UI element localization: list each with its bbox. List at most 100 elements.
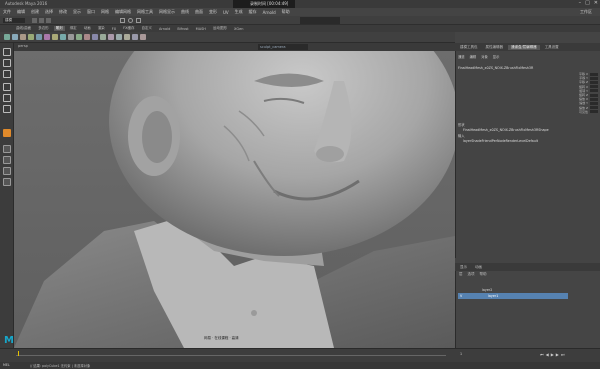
workspace-label[interactable]: 工作区 [580, 9, 592, 15]
new-scene-icon[interactable] [32, 18, 37, 23]
select-tool-icon[interactable] [3, 48, 11, 56]
menu-item[interactable]: 网格 [101, 9, 109, 15]
menu-item[interactable]: 生成 [235, 9, 243, 15]
current-frame-marker[interactable] [18, 351, 19, 356]
menu-item[interactable]: 修改 [59, 9, 67, 15]
mode-selector[interactable]: 建模 [3, 18, 25, 23]
amplify-tool-icon[interactable] [132, 34, 138, 40]
camera-menu[interactable] [300, 17, 340, 24]
fill-tool-icon[interactable] [100, 34, 106, 40]
menu-item[interactable]: Arnold [263, 10, 276, 15]
shelf-tab[interactable]: 曲线/曲面 [14, 26, 33, 31]
timeline-ruler[interactable] [16, 351, 446, 356]
layer-item-selected[interactable] [458, 293, 568, 299]
lasso-tool-icon[interactable] [3, 59, 11, 67]
layer-visibility[interactable]: V [460, 293, 462, 299]
pinch-tool-icon[interactable] [36, 34, 42, 40]
smooth-tool-icon[interactable] [12, 34, 18, 40]
tab-anim[interactable]: 动画 [472, 265, 485, 270]
close-icon[interactable]: ✕ [594, 0, 598, 6]
menu-item[interactable]: 窗口 [87, 9, 95, 15]
flatten-tool-icon[interactable] [44, 34, 50, 40]
menu-item[interactable]: 编辑 [17, 9, 25, 15]
layer-menu-item[interactable]: 帮助 [480, 272, 487, 277]
shelf-tab[interactable]: FX缓存 [121, 26, 136, 31]
step-forward-icon[interactable]: ▶ [556, 352, 559, 357]
object-name[interactable]: FinalHeadMesh_x0ZS_NOIX-ZBrushFixMesh3R [458, 66, 533, 70]
menu-item[interactable]: 曲线 [181, 9, 189, 15]
layer-menu-item[interactable]: 选项 [468, 272, 475, 277]
point-snap-icon[interactable] [136, 18, 141, 23]
shelf-tab[interactable]: 渲染 [96, 26, 107, 31]
shape-name[interactable]: FinalHeadMesh_x0ZS_NOIX-ZBrushFixMesh3RS… [463, 128, 549, 132]
smear-tool-icon[interactable] [116, 34, 122, 40]
shelf-tab[interactable]: Bifrost [175, 27, 190, 31]
spray-tool-icon[interactable] [60, 34, 66, 40]
relax-tool-icon[interactable] [20, 34, 26, 40]
channel-menu-item[interactable]: 对象 [481, 54, 488, 59]
go-start-icon[interactable]: ⏮ [540, 352, 544, 357]
menu-item[interactable]: UV [223, 10, 229, 15]
curve-snap-icon[interactable] [128, 18, 133, 23]
wax-tool-icon[interactable] [84, 34, 90, 40]
layer-item[interactable]: layer2 [482, 288, 492, 292]
scale-tool-icon[interactable] [3, 105, 11, 113]
channel-menu-item[interactable]: 通道 [458, 54, 465, 59]
menu-item[interactable]: 编辑网格 [115, 9, 131, 15]
shelf-tab[interactable]: MASH [194, 27, 208, 31]
grid-snap-icon[interactable] [120, 18, 125, 23]
freeze-tool-icon[interactable] [140, 34, 146, 40]
persp-graph-icon[interactable] [3, 178, 11, 186]
shelf-tab[interactable]: XGen [232, 27, 245, 31]
imprint-tool-icon[interactable] [76, 34, 82, 40]
tab-attribute-editor[interactable]: 属性编辑器 [483, 45, 507, 50]
menu-item[interactable]: 曲面 [195, 9, 203, 15]
tab-channel-layer[interactable]: 通道盒/层编辑器 [508, 44, 540, 50]
menu-item[interactable]: 选择 [45, 9, 53, 15]
time-slider[interactable]: 1 ⏮ ◀ ▶ ▶ ⏭ [0, 348, 600, 362]
camera-field[interactable]: sculpt_camera [258, 44, 308, 50]
shelf-tab[interactable]: 雕刻 [53, 26, 65, 31]
tab-channel-box[interactable]: 建模工具包 [457, 45, 481, 50]
knife-tool-icon[interactable] [108, 34, 114, 40]
mel-label[interactable]: MEL [3, 363, 10, 367]
grab-tool-icon[interactable] [28, 34, 34, 40]
viewport-panel-label[interactable]: persp [18, 44, 28, 48]
menu-item[interactable]: 变形 [209, 9, 217, 15]
sculpt-tool-icon[interactable] [4, 34, 10, 40]
shelf-tab[interactable]: FX [110, 27, 118, 31]
paint-select-icon[interactable] [3, 70, 11, 78]
menu-item[interactable]: 网格显示 [159, 9, 175, 15]
layer-name[interactable]: layer1 [488, 293, 498, 299]
menu-item[interactable]: 显示 [73, 9, 81, 15]
current-frame[interactable]: 1 [460, 352, 462, 356]
shelf-tab[interactable]: 动画 [82, 26, 93, 31]
layer-menu-item[interactable]: 层 [459, 272, 463, 277]
maximize-icon[interactable]: □ [585, 0, 590, 6]
tab-display[interactable]: 显示 [457, 265, 470, 270]
channel-menu-item[interactable]: 显示 [493, 54, 500, 59]
shelf-tab[interactable]: 绑定 [68, 26, 79, 31]
play-icon[interactable]: ▶ [551, 352, 554, 357]
bulge-tool-icon[interactable] [124, 34, 130, 40]
foamy-tool-icon[interactable] [52, 34, 58, 40]
single-view-icon[interactable] [3, 145, 11, 153]
step-back-icon[interactable]: ◀ [546, 352, 549, 357]
repeat-tool-icon[interactable] [68, 34, 74, 40]
attribute-row[interactable]: 可见性 [540, 110, 598, 114]
menu-item[interactable]: 帮助 [282, 9, 290, 15]
minimize-icon[interactable]: – [579, 0, 582, 6]
input-name[interactable]: layerShadeFriendPerNodeRenderLevelDefaul… [463, 139, 538, 143]
menu-item[interactable]: 网格工具 [137, 9, 153, 15]
menu-item[interactable]: 缓存 [249, 9, 257, 15]
shelf-tab[interactable]: 自定义 [140, 26, 155, 31]
go-end-icon[interactable]: ⏭ [561, 352, 565, 357]
open-scene-icon[interactable] [39, 18, 44, 23]
shelf-tab[interactable]: 运动图形 [211, 26, 229, 31]
save-scene-icon[interactable] [46, 18, 51, 23]
last-tool-icon[interactable] [3, 129, 11, 137]
move-tool-icon[interactable] [3, 83, 11, 91]
persp-outliner-icon[interactable] [3, 167, 11, 175]
shelf-tab[interactable]: Arnold [157, 27, 172, 31]
rotate-tool-icon[interactable] [3, 94, 11, 102]
